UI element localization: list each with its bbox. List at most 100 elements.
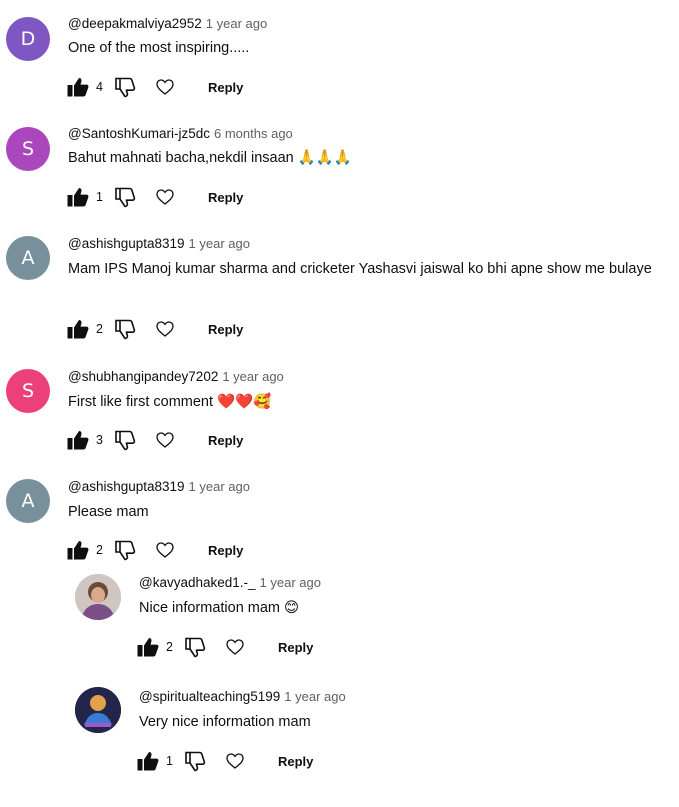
comment-time[interactable]: 6 months ago — [214, 126, 293, 141]
thumbs-up-icon — [67, 431, 89, 450]
like-count: 3 — [96, 433, 103, 447]
comment-time[interactable]: 1 year ago — [222, 369, 283, 384]
avatar[interactable]: S — [6, 127, 50, 171]
thumbs-down-icon — [115, 540, 136, 560]
thumbs-down-icon — [185, 637, 206, 657]
comment-header: @SantoshKumari-jz5dc 6 months ago — [68, 125, 293, 143]
comment-actions: 2 Reply — [136, 635, 313, 659]
profile-photo-icon — [75, 574, 121, 620]
like-button[interactable] — [66, 185, 90, 209]
heart-button[interactable] — [154, 76, 176, 98]
dislike-button[interactable] — [114, 317, 138, 341]
thumbs-up-icon — [137, 638, 159, 657]
thumbs-down-icon — [115, 77, 136, 97]
like-button[interactable] — [66, 428, 90, 452]
comment-header: @spiritualteaching5199 1 year ago — [139, 688, 346, 706]
avatar[interactable]: D — [6, 17, 50, 61]
avatar[interactable]: A — [6, 236, 50, 280]
reply-button[interactable]: Reply — [278, 754, 313, 769]
like-count: 4 — [96, 80, 103, 94]
heart-icon — [156, 432, 174, 448]
thumbs-down-icon — [115, 319, 136, 339]
comment-text: Mam IPS Manoj kumar sharma and cricketer… — [68, 261, 652, 277]
heart-icon — [156, 189, 174, 205]
comment-text: Please mam — [68, 504, 149, 520]
heart-icon — [226, 639, 244, 655]
comment-time[interactable]: 1 year ago — [189, 479, 250, 494]
reply-button[interactable]: Reply — [208, 433, 243, 448]
dislike-button[interactable] — [114, 75, 138, 99]
thumbs-up-icon — [67, 541, 89, 560]
avatar[interactable]: S — [6, 369, 50, 413]
like-count: 1 — [96, 190, 103, 204]
reply-button[interactable]: Reply — [208, 543, 243, 558]
reply-button[interactable]: Reply — [208, 322, 243, 337]
like-button[interactable] — [136, 635, 160, 659]
comment-author[interactable]: @ashishgupta8319 — [68, 479, 185, 494]
comment-header: @ashishgupta8319 1 year ago — [68, 478, 250, 496]
like-button[interactable] — [66, 317, 90, 341]
avatar[interactable] — [75, 687, 121, 733]
avatar[interactable] — [75, 574, 121, 620]
dislike-button[interactable] — [114, 185, 138, 209]
thumbs-down-icon — [185, 751, 206, 771]
comment-text: Nice information mam 😊 — [139, 600, 300, 616]
reply-button[interactable]: Reply — [278, 640, 313, 655]
thumbs-up-icon — [137, 752, 159, 771]
like-count: 2 — [96, 543, 103, 557]
comment-actions: 3 Reply — [66, 428, 243, 452]
heart-button[interactable] — [154, 539, 176, 561]
comment-time[interactable]: 1 year ago — [284, 689, 345, 704]
comment-author[interactable]: @SantoshKumari-jz5dc — [68, 126, 210, 141]
avatar[interactable]: A — [6, 479, 50, 523]
comment-time[interactable]: 1 year ago — [260, 575, 321, 590]
dislike-button[interactable] — [114, 428, 138, 452]
like-button[interactable] — [66, 538, 90, 562]
heart-button[interactable] — [154, 429, 176, 451]
comment-author[interactable]: @kavyadhaked1.-_ — [139, 575, 256, 590]
thumbs-up-icon — [67, 78, 89, 97]
thumbs-up-icon — [67, 188, 89, 207]
dislike-button[interactable] — [184, 635, 208, 659]
comment-actions: 1 Reply — [136, 749, 313, 773]
comment-actions: 2 Reply — [66, 317, 243, 341]
heart-button[interactable] — [224, 636, 246, 658]
like-count: 2 — [96, 322, 103, 336]
profile-photo-icon — [75, 687, 121, 733]
comment-text: First like first comment ❤️❤️🥰 — [68, 394, 272, 410]
heart-button[interactable] — [154, 186, 176, 208]
comment-header: @shubhangipandey7202 1 year ago — [68, 368, 284, 386]
dislike-button[interactable] — [184, 749, 208, 773]
reply-button[interactable]: Reply — [208, 80, 243, 95]
comment-header: @ashishgupta8319 1 year ago — [68, 235, 250, 253]
heart-icon — [156, 79, 174, 95]
like-button[interactable] — [66, 75, 90, 99]
comment-text: One of the most inspiring..... — [68, 40, 250, 56]
comment-text: Very nice information mam — [139, 714, 311, 730]
like-count: 1 — [166, 754, 173, 768]
heart-icon — [156, 542, 174, 558]
comment-actions: 2 Reply — [66, 538, 243, 562]
like-button[interactable] — [136, 749, 160, 773]
comment-text: Bahut mahnati bacha,nekdil insaan 🙏🙏🙏 — [68, 150, 352, 166]
comment-header: @deepakmalviya2952 1 year ago — [68, 15, 267, 33]
comment-time[interactable]: 1 year ago — [189, 236, 250, 251]
heart-button[interactable] — [154, 318, 176, 340]
heart-icon — [226, 753, 244, 769]
comment-time[interactable]: 1 year ago — [206, 16, 267, 31]
comment-actions: 1 Reply — [66, 185, 243, 209]
reply-button[interactable]: Reply — [208, 190, 243, 205]
dislike-button[interactable] — [114, 538, 138, 562]
thumbs-down-icon — [115, 430, 136, 450]
comment-header: @kavyadhaked1.-_ 1 year ago — [139, 574, 321, 592]
heart-icon — [156, 321, 174, 337]
comment-author[interactable]: @deepakmalviya2952 — [68, 16, 202, 31]
comment-actions: 4 Reply — [66, 75, 243, 99]
comment-author[interactable]: @ashishgupta8319 — [68, 236, 185, 251]
comment-author[interactable]: @spiritualteaching5199 — [139, 689, 280, 704]
thumbs-up-icon — [67, 320, 89, 339]
heart-button[interactable] — [224, 750, 246, 772]
thumbs-down-icon — [115, 187, 136, 207]
comment-author[interactable]: @shubhangipandey7202 — [68, 369, 218, 384]
like-count: 2 — [166, 640, 173, 654]
